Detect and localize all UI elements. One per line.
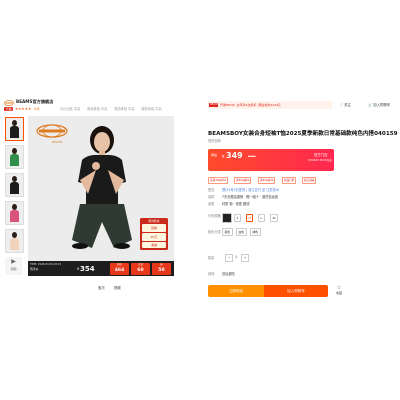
image-tab-product[interactable]: 宝贝: [98, 285, 105, 290]
strip-yen: ¥: [77, 267, 80, 271]
coupon-tag[interactable]: 每满300减30: [208, 177, 229, 184]
strip-price: 354: [80, 265, 95, 273]
strip-cell: 券 50: [152, 262, 171, 275]
thumb-shirt: [10, 182, 19, 194]
collect-label: 收藏: [335, 291, 342, 295]
extra-label: 其他: [208, 272, 215, 276]
quantity-plus-button[interactable]: +: [241, 254, 249, 262]
coupon-tag[interactable]: 满300减60: [234, 177, 252, 184]
coupon-tag[interactable]: 跨店满减: [302, 177, 317, 184]
promo-badge: 限时秒杀 领券 20元 满减: [140, 218, 168, 250]
delivery-value[interactable]: 预计3月5日发货 | 浙江嘉兴 至 江苏苏州: [222, 187, 279, 192]
thumbnail-3[interactable]: [5, 173, 24, 197]
thumb-shirt: [10, 154, 19, 166]
promo-cell: 20元: [142, 233, 166, 241]
strip-time: TIME: 2026.03.09-03.15: [30, 262, 62, 266]
follow-button[interactable]: ♡ 关注: [340, 102, 351, 107]
model-figure: [72, 126, 132, 249]
price-yen: ¥: [222, 154, 225, 159]
extra-value[interactable]: 送运费险: [222, 271, 235, 276]
promo-cell: 领券: [142, 224, 166, 232]
store-metric: 服务体验 中高: [141, 107, 162, 111]
thumbnail-5[interactable]: [5, 229, 24, 253]
strip-cell-value: 464: [114, 267, 125, 273]
store-logo-icon[interactable]: [4, 100, 14, 106]
size-option-l[interactable]: L: [258, 214, 265, 222]
thumbnail-4[interactable]: [5, 201, 24, 225]
shipping-note: 现货包邮: [208, 139, 221, 143]
params-value[interactable]: 材质 棉 · 领型 圆领: [222, 201, 249, 206]
store-metrics: 平价出品 中高 商品体验 中高 物流体验 中高 服务体验 中高: [60, 107, 168, 111]
tmall-badge: 天猫: [4, 107, 14, 112]
service-value: 7天无理由退换 · 假一赔十 · 退货包运费: [222, 195, 278, 199]
delivery-label: 配送: [208, 188, 215, 192]
store-metric: 平价出品 中高: [60, 107, 81, 111]
price-strip: TIME: 2026.03.09-03.15 到手价 ¥ 354 原价 464 …: [28, 261, 174, 276]
thumbnail-video[interactable]: ▶ 视频: [5, 257, 22, 275]
promo-text: 开通88VIP, 全年享5次折扣, 预估省约3434元: [220, 102, 281, 107]
thumb-shirt: [10, 210, 19, 222]
rating-score: 4.8: [34, 107, 40, 111]
product-title: BEAMSBOY女装合身短袖T恤2025夏季新款日常基础款纯色内搭040159: [208, 131, 398, 137]
thumbnail-1[interactable]: [5, 117, 24, 141]
image-tab-video[interactable]: 视频: [114, 285, 121, 290]
price-label: 券后: [211, 153, 218, 157]
coupon-tag[interactable]: 满400减40: [258, 177, 276, 184]
rating-stars: ★★★★★: [15, 107, 32, 111]
quantity-value[interactable]: 1: [235, 254, 237, 260]
size-label: 尺码规格: [208, 214, 221, 218]
size-option-m[interactable]: M: [246, 214, 254, 222]
thumbnail-2[interactable]: [5, 145, 24, 169]
strip-cell: 立减 60: [131, 262, 150, 275]
promo-cell: 满减: [142, 242, 166, 248]
store-metric: 物流体验 中高: [114, 107, 135, 111]
store-metric: 商品体验 中高: [87, 107, 108, 111]
strip-label: 到手价: [30, 267, 39, 271]
strip-cell-value: 50: [158, 267, 165, 273]
size-option-s[interactable]: S: [234, 214, 241, 222]
main-product-image[interactable]: BEAMS 限时秒杀 领券 20元 满减 TIME: 2026.03.09-03…: [28, 116, 174, 276]
color-option-green[interactable]: 绿色: [250, 228, 261, 236]
color-swatch[interactable]: [222, 213, 232, 223]
coupon-tag[interactable]: 新品打折: [282, 177, 297, 184]
params-label: 参数: [208, 202, 215, 206]
price-side-time: 2/5/2025 18:00 结束: [308, 159, 332, 162]
color-option-black[interactable]: 黑色: [222, 228, 233, 236]
size-option-xl[interactable]: XL: [270, 214, 279, 222]
beams-logo-icon: [36, 124, 68, 138]
add-to-cart-button[interactable]: 加入购物车: [264, 285, 328, 297]
thumb-shirt: [10, 238, 19, 250]
price-original: ¥464: [248, 154, 256, 158]
price-value: 349: [226, 151, 243, 160]
strip-cell: 原价 464: [110, 262, 129, 275]
thumb-shirt: [10, 126, 19, 138]
store-name[interactable]: BEAMS官方旗舰店: [16, 99, 53, 105]
play-icon: ▶: [11, 258, 16, 265]
promo-head: 限时秒杀: [148, 219, 160, 223]
main-brand-text: BEAMS: [52, 140, 63, 144]
buy-now-button[interactable]: 立即购买: [208, 285, 264, 297]
service-label: 保障: [208, 195, 215, 199]
vip-tag: 88VIP: [209, 102, 219, 108]
strip-cell-value: 60: [137, 267, 144, 273]
quantity-label: 数量: [208, 256, 215, 260]
cart-button[interactable]: 🛒 加入购物车: [368, 102, 390, 107]
thumbnail-video-label: 视频: [10, 267, 17, 271]
price-panel: 券后 ¥ 349 ¥464 官方门店 2/5/2025 18:00 结束: [208, 149, 334, 171]
color-option-white[interactable]: 白色: [236, 228, 247, 236]
price-side-label: 官方门店: [314, 153, 328, 157]
quantity-minus-button[interactable]: −: [225, 254, 233, 262]
collect-button[interactable]: ☆ 收藏: [334, 285, 344, 295]
color-label: 颜色分类: [208, 230, 221, 234]
